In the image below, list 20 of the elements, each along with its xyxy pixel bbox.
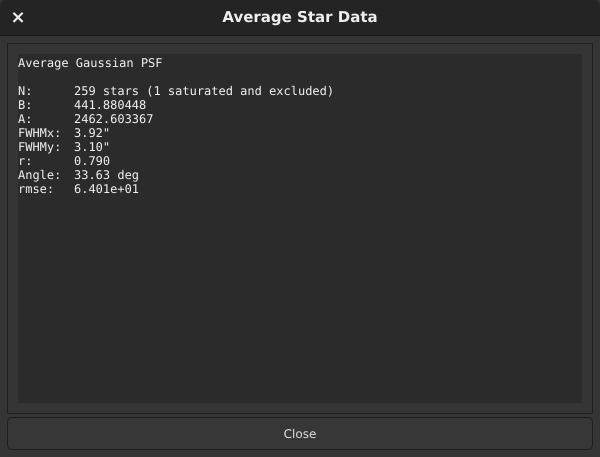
field-label: B: <box>18 98 34 112</box>
window-title: Average Star Data <box>222 7 378 28</box>
field-label: Angle: <box>18 168 62 182</box>
report-heading: Average Gaussian PSF <box>18 56 162 70</box>
field-value: 33.63 deg <box>74 168 140 182</box>
field-label: r: <box>18 154 34 168</box>
close-dialog-button[interactable]: Close <box>7 417 593 450</box>
field-label: A: <box>18 112 34 126</box>
close-button[interactable]: × <box>10 8 26 28</box>
field-value: 3.92" <box>74 126 110 140</box>
field-value: 3.10" <box>74 140 110 154</box>
field-value: 2462.603367 <box>74 112 154 126</box>
field-label: FWHMy: <box>18 140 62 154</box>
field-value: 0.790 <box>74 154 110 168</box>
field-label: rmse: <box>18 182 56 196</box>
field-label: N: <box>18 84 34 98</box>
field-value: 441.880448 <box>74 98 146 112</box>
field-value: 259 stars (1 saturated and excluded) <box>74 84 334 98</box>
field-label: FWHMx: <box>18 126 62 140</box>
field-value: 6.401e+01 <box>74 182 140 196</box>
